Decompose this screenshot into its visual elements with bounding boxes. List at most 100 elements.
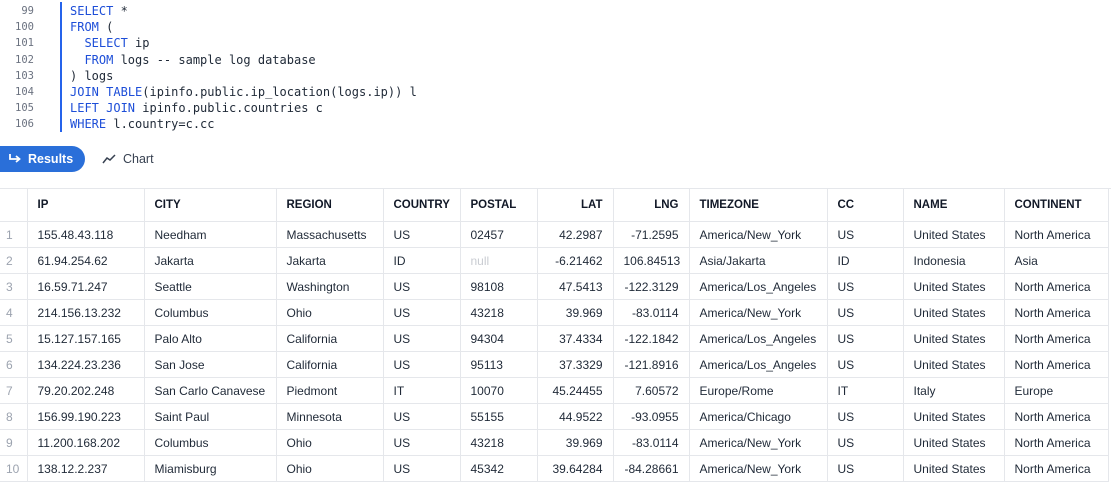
- cell-name[interactable]: United States: [903, 455, 1005, 482]
- cell-timezone[interactable]: America/Los_Angeles: [689, 325, 828, 352]
- cell-ip[interactable]: 138.12.2.237: [27, 455, 145, 482]
- cell-region[interactable]: Ohio: [276, 299, 384, 326]
- cell-country[interactable]: US: [383, 221, 461, 248]
- cell-name[interactable]: United States: [903, 299, 1005, 326]
- cell-cc[interactable]: US: [827, 455, 904, 482]
- code-line[interactable]: FROM logs -- sample log database: [70, 53, 315, 67]
- results-table-container[interactable]: IP CITY REGION COUNTRY POSTAL LAT LNG TIMEZONE C…: [0, 188, 1111, 482]
- table-row[interactable]: 6 134.224.23.236 San Jose California US 95113…: [0, 351, 1109, 378]
- cell-city[interactable]: Palo Alto: [144, 325, 277, 352]
- cell-cc[interactable]: US: [827, 221, 904, 248]
- cell-ip[interactable]: 79.20.202.248: [27, 377, 145, 404]
- sql-editor[interactable]: 99 SELECT * 100 FROM (101 SELECT ip 102 FROM…: [0, 0, 1111, 134]
- cell-city[interactable]: San Carlo Canavese: [144, 377, 277, 404]
- code-line[interactable]: FROM (: [70, 20, 113, 34]
- cell-continent[interactable]: Asia: [1004, 247, 1109, 274]
- cell-timezone[interactable]: America/New_York: [689, 299, 828, 326]
- column-header-region[interactable]: REGION: [276, 189, 384, 222]
- cell-name[interactable]: United States: [903, 325, 1005, 352]
- cell-country[interactable]: US: [383, 351, 461, 378]
- cell-region[interactable]: Ohio: [276, 455, 384, 482]
- column-header-timezone[interactable]: TIMEZONE: [689, 189, 828, 222]
- table-row[interactable]: 2 61.94.254.62 Jakarta Jakarta ID null -6.2146…: [0, 247, 1109, 274]
- cell-postal[interactable]: 43218: [460, 429, 538, 456]
- cell-country[interactable]: US: [383, 429, 461, 456]
- cell-country[interactable]: IT: [383, 377, 461, 404]
- column-header-postal[interactable]: POSTAL: [460, 189, 538, 222]
- cell-city[interactable]: Columbus: [144, 429, 277, 456]
- cell-continent[interactable]: North America: [1004, 403, 1109, 430]
- cell-timezone[interactable]: Asia/Jakarta: [689, 247, 828, 274]
- column-header-cc[interactable]: CC: [827, 189, 904, 222]
- column-header-country[interactable]: COUNTRY: [383, 189, 461, 222]
- cell-lat[interactable]: 44.9522: [537, 403, 614, 430]
- cell-ip[interactable]: 134.224.23.236: [27, 351, 145, 378]
- cell-region[interactable]: Ohio: [276, 429, 384, 456]
- cell-cc[interactable]: US: [827, 273, 904, 300]
- cell-lng[interactable]: -84.28661: [613, 455, 690, 482]
- cell-cc[interactable]: ID: [827, 247, 904, 274]
- cell-postal[interactable]: null: [460, 247, 538, 274]
- cell-continent[interactable]: North America: [1004, 455, 1109, 482]
- cell-timezone[interactable]: Europe/Rome: [689, 377, 828, 404]
- cell-lng[interactable]: -122.1842: [613, 325, 690, 352]
- cell-postal[interactable]: 43218: [460, 299, 538, 326]
- cell-region[interactable]: California: [276, 325, 384, 352]
- cell-lng[interactable]: -122.3129: [613, 273, 690, 300]
- cell-lat[interactable]: 45.24455: [537, 377, 614, 404]
- cell-country[interactable]: US: [383, 299, 461, 326]
- cell-continent[interactable]: North America: [1004, 273, 1109, 300]
- cell-lng[interactable]: -83.0114: [613, 299, 690, 326]
- cell-lng[interactable]: -121.8916: [613, 351, 690, 378]
- cell-postal[interactable]: 45342: [460, 455, 538, 482]
- table-row[interactable]: 8 156.99.190.223 Saint Paul Minnesota US 5515…: [0, 403, 1109, 430]
- cell-city[interactable]: Needham: [144, 221, 277, 248]
- table-row[interactable]: 9 11.200.168.202 Columbus Ohio US 43218 39.969…: [0, 429, 1109, 456]
- chart-tab-button[interactable]: Chart: [102, 146, 154, 172]
- cell-timezone[interactable]: America/Chicago: [689, 403, 828, 430]
- cell-country[interactable]: US: [383, 273, 461, 300]
- cell-country[interactable]: US: [383, 455, 461, 482]
- cell-city[interactable]: Miamisburg: [144, 455, 277, 482]
- cell-region[interactable]: California: [276, 351, 384, 378]
- cell-city[interactable]: Jakarta: [144, 247, 277, 274]
- cell-postal[interactable]: 10070: [460, 377, 538, 404]
- cell-cc[interactable]: US: [827, 325, 904, 352]
- cell-timezone[interactable]: America/New_York: [689, 221, 828, 248]
- cell-postal[interactable]: 94304: [460, 325, 538, 352]
- cell-postal[interactable]: 02457: [460, 221, 538, 248]
- cell-country[interactable]: US: [383, 325, 461, 352]
- cell-lat[interactable]: -6.21462: [537, 247, 614, 274]
- cell-lat[interactable]: 47.5413: [537, 273, 614, 300]
- code-line[interactable]: SELECT ip: [70, 36, 149, 50]
- code-line[interactable]: ) logs: [70, 69, 113, 83]
- cell-cc[interactable]: IT: [827, 377, 904, 404]
- cell-name[interactable]: United States: [903, 221, 1005, 248]
- column-header-continent[interactable]: CONTINENT: [1004, 189, 1109, 222]
- cell-name[interactable]: Italy: [903, 377, 1005, 404]
- results-tab-button[interactable]: Results: [0, 146, 85, 172]
- cell-lat[interactable]: 39.969: [537, 299, 614, 326]
- cell-ip[interactable]: 156.99.190.223: [27, 403, 145, 430]
- cell-city[interactable]: Seattle: [144, 273, 277, 300]
- table-row[interactable]: 10 138.12.2.237 Miamisburg Ohio US 45342 39.64…: [0, 455, 1109, 482]
- cell-name[interactable]: United States: [903, 403, 1005, 430]
- table-row[interactable]: 3 16.59.71.247 Seattle Washington US 98108 47.…: [0, 273, 1109, 300]
- cell-ip[interactable]: 155.48.43.118: [27, 221, 145, 248]
- cell-city[interactable]: San Jose: [144, 351, 277, 378]
- cell-timezone[interactable]: America/Los_Angeles: [689, 351, 828, 378]
- cell-region[interactable]: Piedmont: [276, 377, 384, 404]
- cell-cc[interactable]: US: [827, 429, 904, 456]
- cell-timezone[interactable]: America/Los_Angeles: [689, 273, 828, 300]
- cell-timezone[interactable]: America/New_York: [689, 429, 828, 456]
- cell-continent[interactable]: Europe: [1004, 377, 1109, 404]
- cell-lng[interactable]: -83.0114: [613, 429, 690, 456]
- cell-name[interactable]: United States: [903, 273, 1005, 300]
- cell-lng[interactable]: 7.60572: [613, 377, 690, 404]
- code-line[interactable]: LEFT JOIN ipinfo.public.countries c: [70, 101, 323, 115]
- cell-postal[interactable]: 95113: [460, 351, 538, 378]
- code-line[interactable]: WHERE l.country=c.cc: [70, 117, 215, 131]
- cell-lat[interactable]: 37.3329: [537, 351, 614, 378]
- cell-continent[interactable]: North America: [1004, 299, 1109, 326]
- cell-ip[interactable]: 16.59.71.247: [27, 273, 145, 300]
